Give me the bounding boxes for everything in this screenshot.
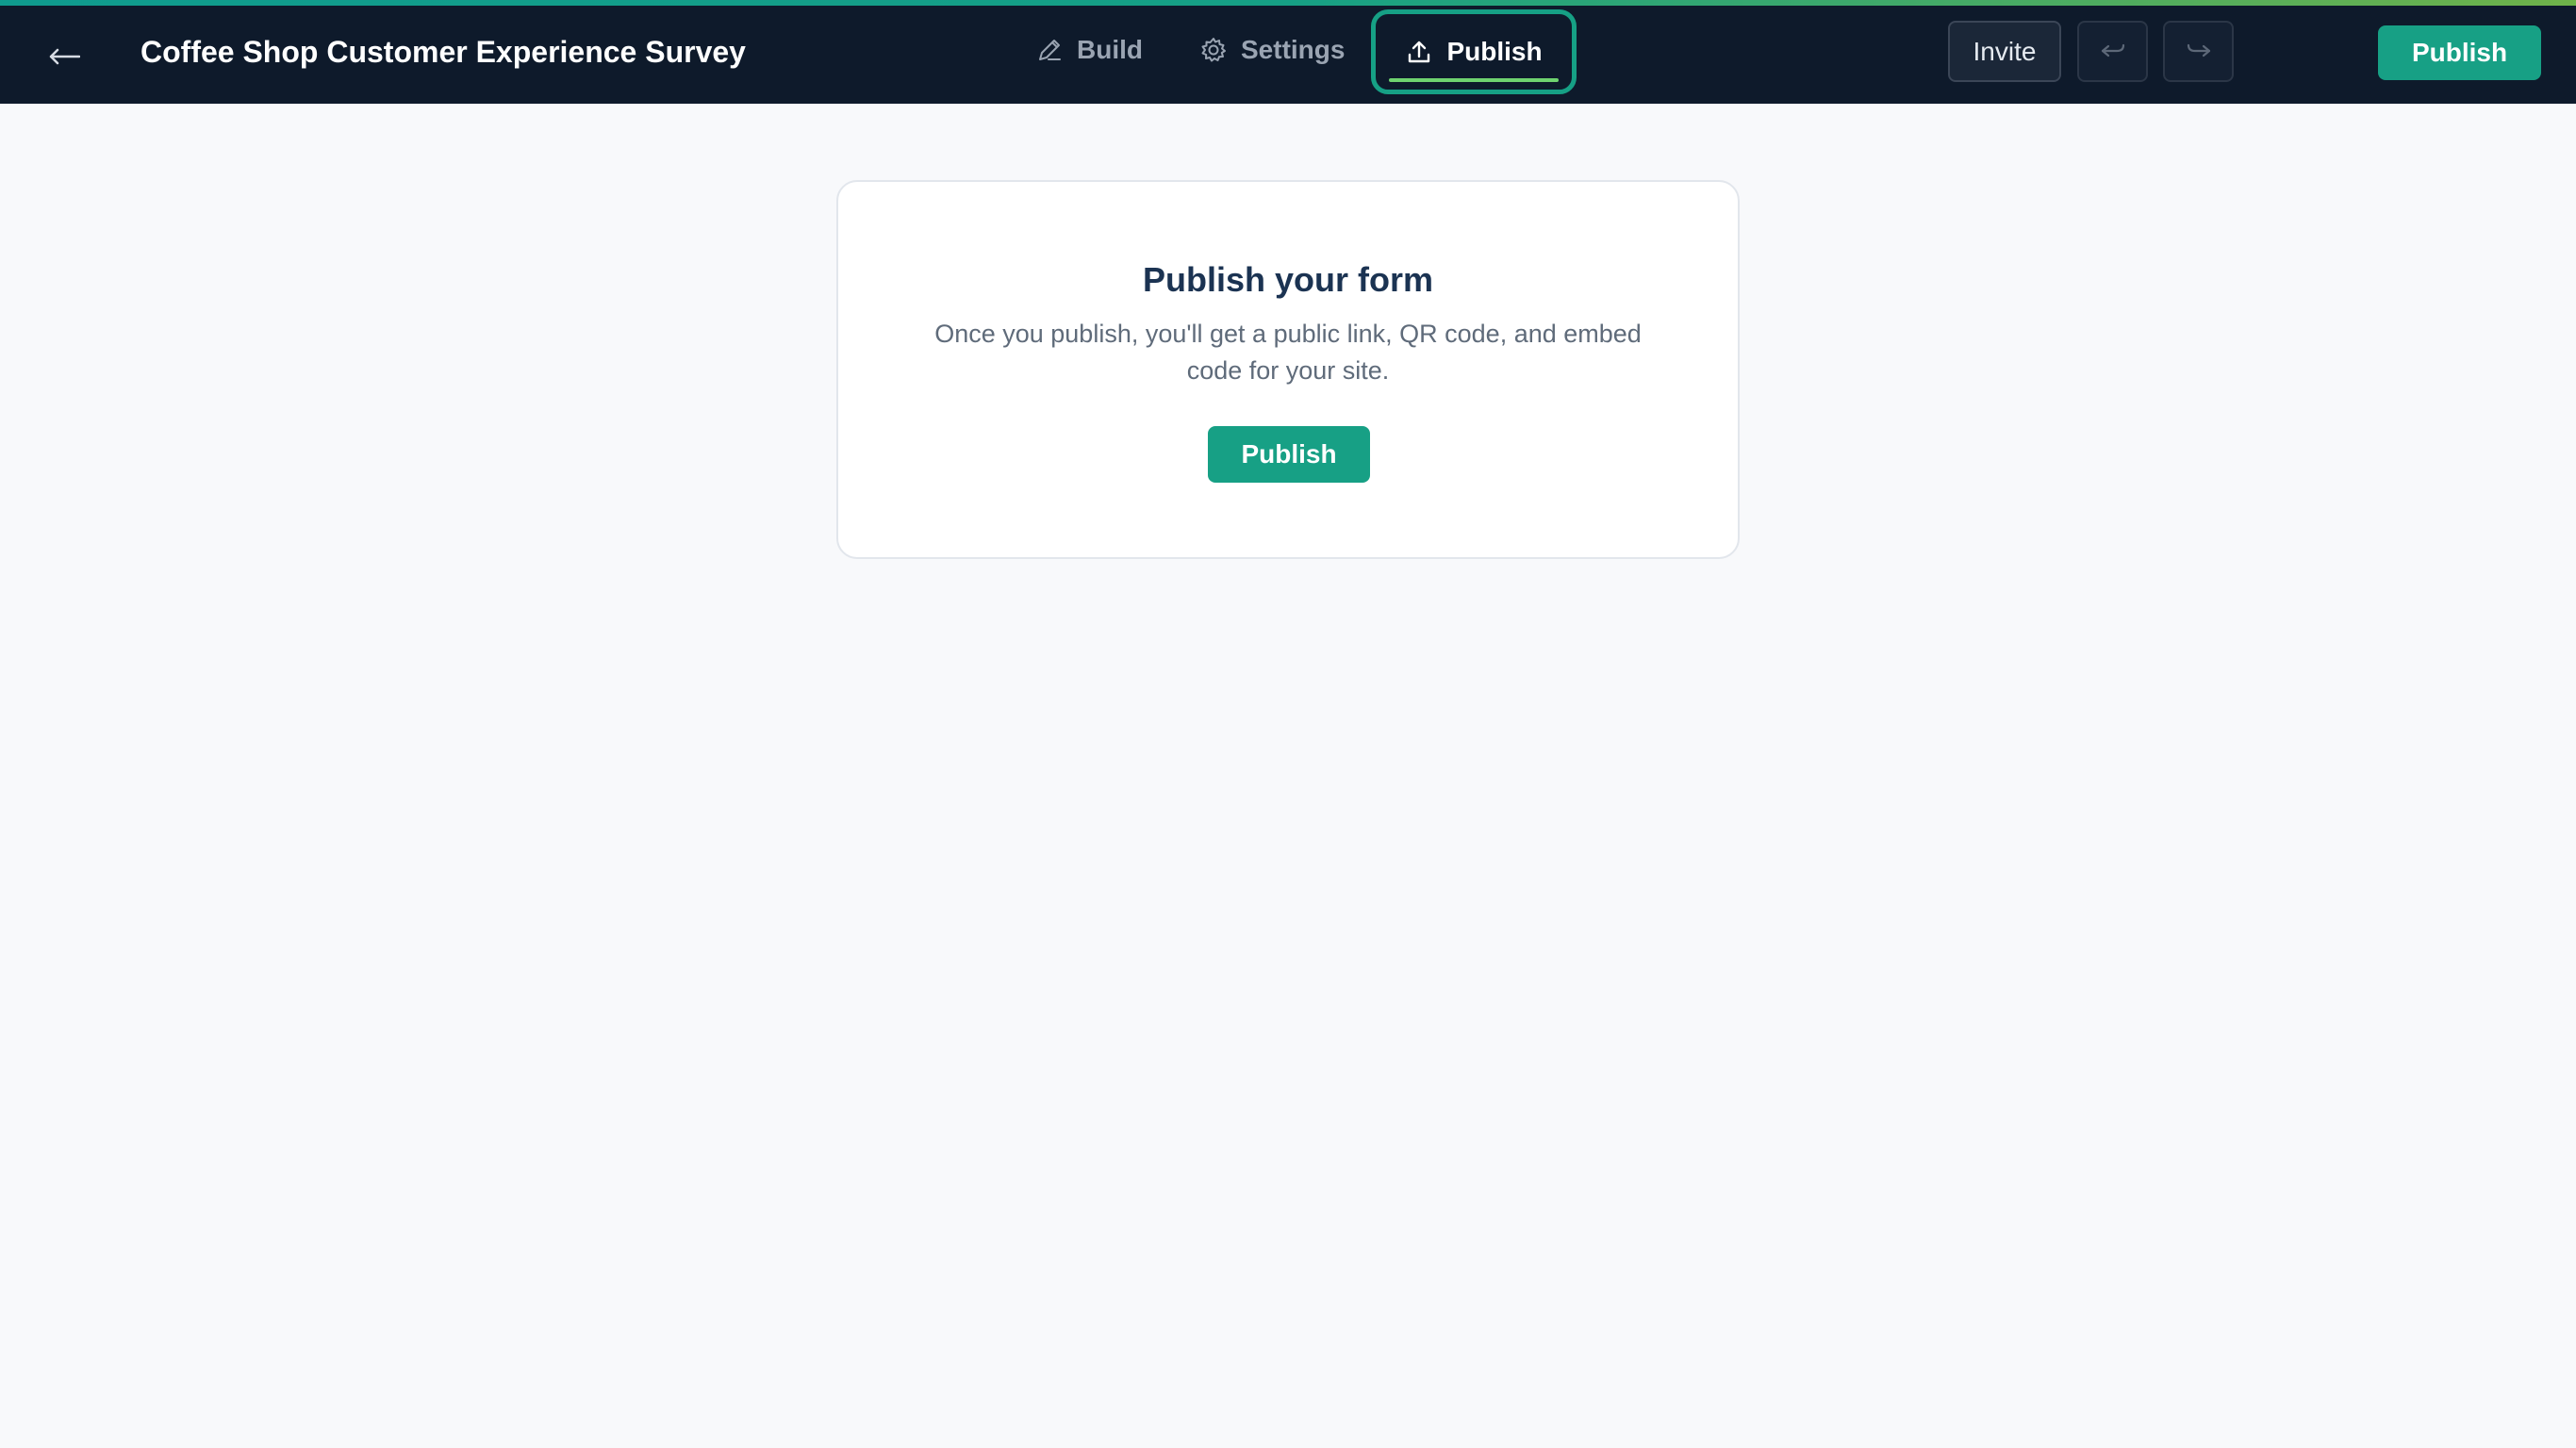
publish-button-header[interactable]: Publish	[2378, 25, 2541, 80]
gear-icon	[1201, 38, 1226, 62]
tab-publish-label: Publish	[1446, 37, 1543, 66]
tab-settings-label: Settings	[1241, 35, 1346, 64]
upload-icon	[1409, 41, 1430, 63]
card-title: Publish your form	[1142, 260, 1434, 299]
undo-icon	[2101, 43, 2124, 57]
card-description: Once you publish, you'll get a public li…	[934, 320, 1642, 385]
arrow-left-icon	[49, 48, 80, 65]
back-button[interactable]	[41, 36, 87, 77]
active-tab-indicator	[1389, 78, 1559, 82]
undo-button[interactable]	[2077, 21, 2148, 82]
redo-button[interactable]	[2163, 21, 2234, 82]
top-bar: Coffee Shop Customer Experience Survey B…	[0, 0, 2576, 104]
accent-bar	[0, 0, 2576, 6]
redo-icon	[2187, 43, 2210, 57]
invite-button[interactable]: Invite	[1948, 21, 2061, 82]
publish-button[interactable]: Publish	[1208, 426, 1370, 483]
tab-build[interactable]: Build	[1035, 21, 1143, 79]
tab-publish[interactable]: Publish	[1371, 9, 1577, 94]
publish-card: Publish your form Once you publish, you'…	[836, 180, 1740, 559]
pencil-icon	[1039, 40, 1061, 60]
tab-settings[interactable]: Settings	[1199, 21, 1345, 79]
form-title: Coffee Shop Customer Experience Survey	[140, 35, 746, 69]
tab-build-label: Build	[1077, 35, 1143, 64]
